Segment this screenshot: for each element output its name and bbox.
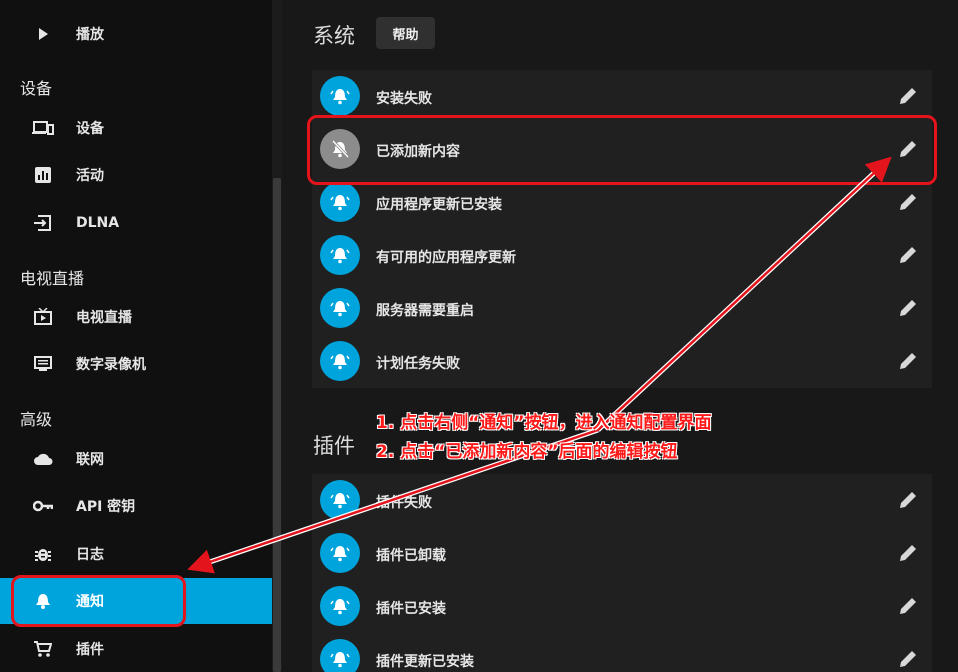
annotation-arrows xyxy=(187,156,892,574)
arrow-to-edit-button xyxy=(597,156,892,431)
annotation-step-1: 1. 点击右侧“通知”按钮，进入通知配置界面 xyxy=(376,413,712,433)
annotation-step-2: 2. 点击“已添加新内容”后面的编辑按钮 xyxy=(376,442,678,462)
